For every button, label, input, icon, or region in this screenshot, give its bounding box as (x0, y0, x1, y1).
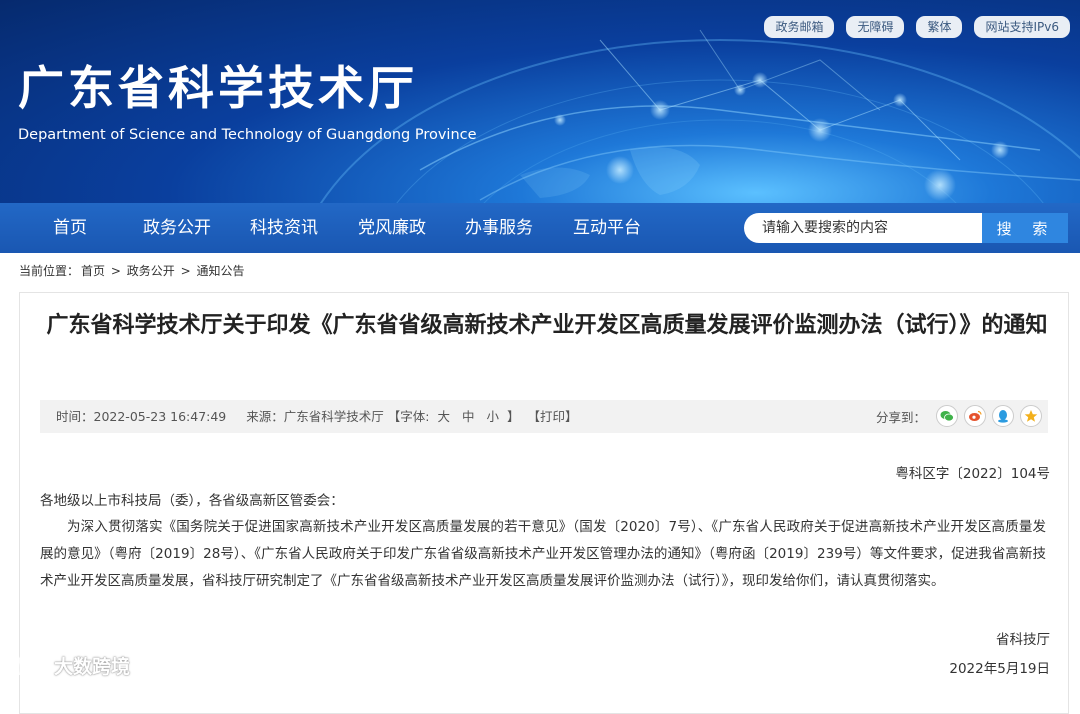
document-number: 粤科区字〔2022〕104号 (895, 466, 1050, 482)
site-subtitle: Department of Science and Technology of … (18, 127, 477, 143)
site-title: 广东省科学技术厅 (18, 61, 418, 115)
watermark: 大数跨境 (8, 652, 130, 679)
article-salutation: 各地级以上市科技局（委），各省级高新区管委会： (40, 493, 344, 509)
breadcrumb-prefix: 当前位置： (19, 264, 80, 278)
nav-item-tech-news[interactable]: 科技资讯 (250, 203, 318, 253)
print-button[interactable]: 【打印】 (523, 409, 581, 424)
font-small-button[interactable]: 小 (482, 409, 503, 424)
wechat-share-icon[interactable] (936, 405, 958, 427)
font-large-button[interactable]: 大 (433, 409, 454, 424)
breadcrumb-separator: > (110, 264, 121, 278)
breadcrumb: 当前位置： 首页 > 政务公开 > 通知公告 (19, 262, 247, 279)
weibo-share-icon[interactable] (964, 405, 986, 427)
nav-item-services[interactable]: 办事服务 (465, 203, 533, 253)
gov-mail-link[interactable]: 政务邮箱 (764, 16, 835, 38)
breadcrumb-gov-affairs[interactable]: 政务公开 (127, 264, 175, 278)
watermark-text: 大数跨境 (54, 656, 131, 678)
article-paragraph: 为深入贯彻落实《国务院关于促进国家高新技术产业开发区高质量发展的若干意见》（国发… (40, 519, 1046, 589)
nav-item-home[interactable]: 首页 (53, 203, 87, 253)
font-medium-button[interactable]: 中 (458, 409, 479, 424)
watermark-logo-icon (9, 655, 45, 676)
article-title: 广东省科学技术厅关于印发《广东省省级高新技术产业开发区高质量发展评价监测办法（试… (46, 313, 1048, 338)
share-bar: 分享到： (876, 405, 1042, 427)
publish-time: 时间：2022-05-23 16:47:49 (56, 409, 227, 424)
search-button[interactable]: 搜 索 (982, 213, 1068, 243)
nav-item-party-integrity[interactable]: 党风廉政 (358, 203, 426, 253)
traditional-chinese-link[interactable]: 繁体 (916, 16, 963, 38)
breadcrumb-home[interactable]: 首页 (81, 264, 105, 278)
accessibility-link[interactable]: 无障碍 (846, 16, 905, 38)
font-size-label: 【字体: (387, 409, 430, 424)
breadcrumb-notices[interactable]: 通知公告 (196, 264, 244, 278)
search-input[interactable] (744, 213, 982, 243)
ipv6-support-link[interactable]: 网站支持IPv6 (974, 16, 1070, 38)
article-panel: 广东省科学技术厅关于印发《广东省省级高新技术产业开发区高质量发展评价监测办法（试… (19, 292, 1069, 714)
article-meta: 时间：2022-05-23 16:47:49 来源：广东省科学技术厅 【字体: … (56, 400, 581, 433)
nav-item-gov-affairs[interactable]: 政务公开 (143, 203, 211, 253)
article-signature: 省科技厅 (996, 632, 1050, 648)
nav-item-interaction[interactable]: 互动平台 (573, 203, 641, 253)
article-date: 2022年5月19日 (949, 661, 1050, 677)
breadcrumb-separator: > (180, 264, 191, 278)
font-size-close: 】 (506, 409, 520, 424)
header-banner: 政务邮箱 无障碍 繁体 网站支持IPv6 广东省科学技术厅 Department… (0, 0, 1080, 203)
article-source: 来源：广东省科学技术厅 (246, 409, 384, 424)
qq-share-icon[interactable] (992, 405, 1014, 427)
top-links: 政务邮箱 无障碍 繁体 网站支持IPv6 (764, 16, 1070, 38)
article-meta-bar: 时间：2022-05-23 16:47:49 来源：广东省科学技术厅 【字体: … (40, 400, 1048, 433)
share-label: 分享到： (875, 409, 926, 425)
qzone-share-icon[interactable] (1020, 405, 1042, 427)
